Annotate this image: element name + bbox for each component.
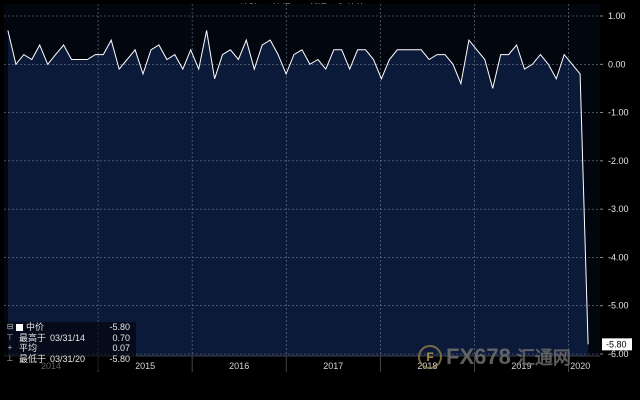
legend-row-high: ⊤ 最高于 03/31/14 0.70 <box>4 333 136 344</box>
legend-swatch <box>16 323 23 331</box>
y-tick-label: -1.00 <box>608 108 629 118</box>
watermark: F FX678 汇通网 <box>418 344 571 370</box>
legend-value-avg: 0.07 <box>112 343 130 353</box>
watermark-logo-icon: F <box>418 345 442 369</box>
area-layer <box>7 30 589 356</box>
average-marker-icon: + <box>7 343 13 352</box>
legend-value-mid: -5.80 <box>109 322 130 332</box>
legend-value-low: -5.80 <box>109 353 130 364</box>
legend-row-avg: + 平均 0.07 <box>4 343 136 354</box>
x-tick-label: 2016 <box>229 361 249 371</box>
legend-date-low: 03/31/20 <box>50 353 86 364</box>
chart-legend: ⊟ 中价 -5.80 ⊤ 最高于 03/31/14 0.70 + 平均 0.07… <box>4 322 136 370</box>
last-value-label: -5.80 <box>606 339 627 349</box>
y-tick-label: -4.00 <box>608 252 629 262</box>
legend-date-high: 03/31/14 <box>50 332 86 343</box>
y-tick-label: -6.00 <box>608 349 629 359</box>
watermark-cn: 汇通网 <box>516 348 571 368</box>
legend-label-avg: 平均 <box>19 343 38 353</box>
low-marker-icon: ⊥ <box>6 353 14 363</box>
y-tick-label: -3.00 <box>608 204 629 214</box>
watermark-logo-letter: F <box>426 350 434 364</box>
x-tick-label: 2015 <box>135 361 155 371</box>
legend-collapse-icon[interactable]: ⊟ <box>4 322 16 333</box>
legend-label-high: 最高于 <box>19 332 47 343</box>
watermark-text: FX678 <box>446 344 511 369</box>
legend-row-low: ⊥ 最低于 03/31/20 -5.80 <box>4 354 136 365</box>
legend-label-mid: 中价 <box>26 322 45 332</box>
x-tick-label: 2017 <box>323 361 343 371</box>
legend-value-high: 0.70 <box>112 332 130 343</box>
x-tick-label: 2020 <box>570 361 590 371</box>
high-marker-icon: ⊤ <box>6 332 14 342</box>
y-axis: 1.00 0.00 -1.00 -2.00 -3.00 -4.00 -5.00 -6.00-5… <box>600 11 632 359</box>
legend-label-low: 最低于 <box>19 353 47 364</box>
series-area <box>7 30 589 356</box>
legend-row-mid: ⊟ 中价 -5.80 <box>4 322 136 333</box>
y-tick-label: -2.00 <box>608 156 629 166</box>
y-tick-label: 1.00 <box>608 11 626 21</box>
y-tick-label: -5.00 <box>608 301 629 311</box>
y-tick-label: 0.00 <box>608 59 626 69</box>
